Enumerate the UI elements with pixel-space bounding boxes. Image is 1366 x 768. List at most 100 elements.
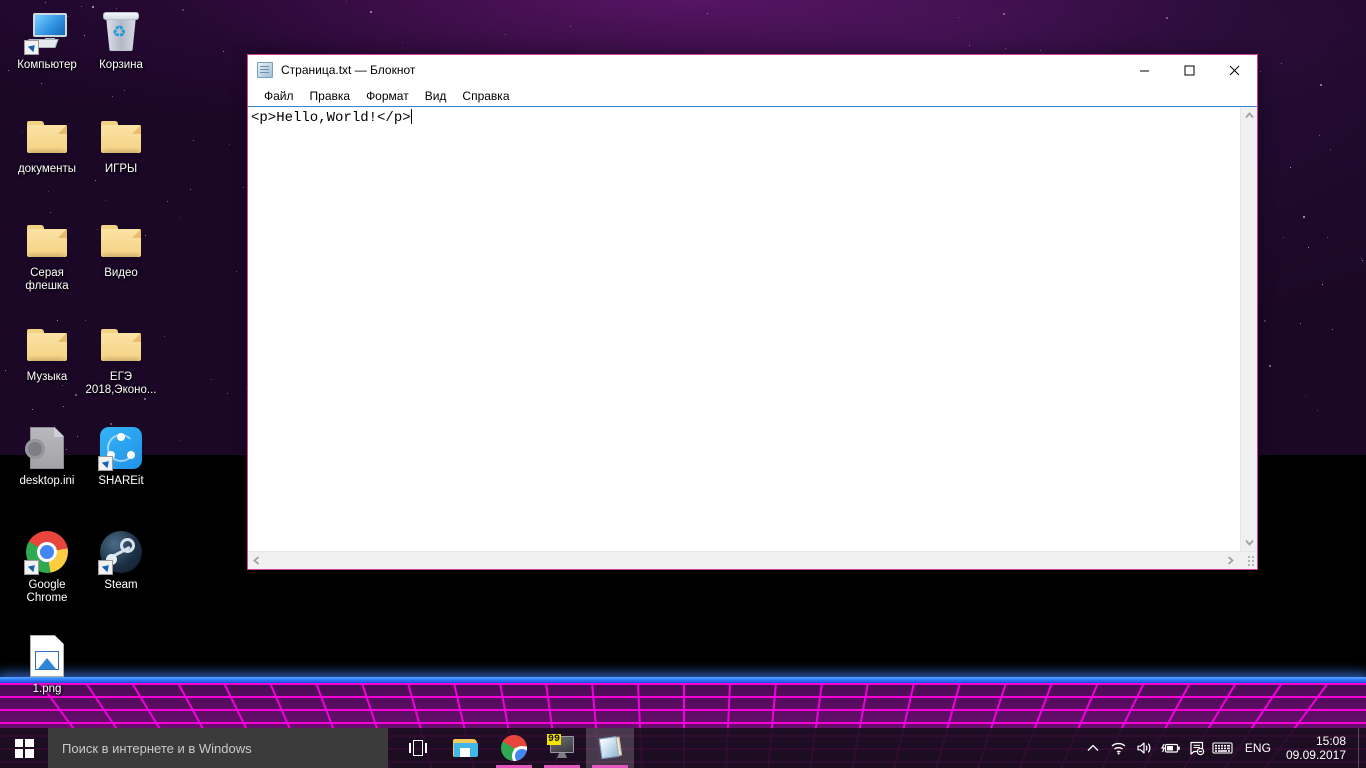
notepad-menubar[interactable]: Файл Правка Формат Вид Справка — [248, 85, 1257, 106]
start-button[interactable] — [0, 728, 48, 768]
folder-icon — [101, 119, 141, 154]
system-tray[interactable]: ENG 15:08 09.09.2017 — [1080, 728, 1366, 768]
menu-item-файл[interactable]: Файл — [256, 88, 302, 104]
monitor-99-icon: 99 — [547, 734, 576, 760]
chrome-icon — [501, 735, 527, 761]
notepad-window[interactable]: Страница.txt — Блокнот Файл Правка Форма… — [247, 54, 1258, 570]
keyboard-icon — [1212, 742, 1233, 754]
menu-item-правка[interactable]: Правка — [302, 88, 359, 104]
desktop-icon-1-png[interactable]: 1.png — [10, 632, 84, 696]
desktop-icon-label: ИГРЫ — [104, 163, 138, 175]
png-image-icon — [30, 635, 64, 677]
shortcut-overlay-icon — [24, 560, 39, 575]
action-center-button[interactable] — [1184, 728, 1210, 768]
desktop-icon-label: SHAREit — [98, 475, 144, 487]
taskbar[interactable]: Поиск в интернете и в Windows 99 ENG 15:… — [0, 728, 1366, 768]
desktop-icon-google-chrome[interactable]: Google Chrome — [10, 528, 84, 605]
desktop-icon-label: Музыка — [26, 371, 68, 383]
notepad-icon — [596, 734, 623, 761]
touch-keyboard-button[interactable] — [1210, 728, 1236, 768]
shortcut-overlay-icon — [98, 560, 113, 575]
desktop-icon-shareit[interactable]: SHAREit — [84, 424, 158, 488]
desktop-icon-label: Серая флешка — [25, 267, 69, 292]
horizontal-scrollbar[interactable] — [248, 551, 1257, 569]
desktop-icon-игры[interactable]: ИГРЫ — [84, 112, 158, 176]
maximize-button[interactable] — [1167, 55, 1212, 85]
task-view-icon — [409, 740, 427, 756]
folder-icon — [27, 119, 67, 154]
search-input[interactable]: Поиск в интернете и в Windows — [48, 728, 388, 768]
desktop-icon-документы[interactable]: документы — [10, 112, 84, 176]
clock-time: 15:08 — [1315, 734, 1346, 748]
menu-item-вид[interactable]: Вид — [417, 88, 455, 104]
show-desktop-button[interactable] — [1358, 728, 1364, 768]
menu-item-формат[interactable]: Формат — [358, 88, 417, 104]
text-caret — [410, 109, 412, 124]
battery-button[interactable] — [1158, 728, 1184, 768]
network-button[interactable] — [1106, 728, 1132, 768]
vertical-scrollbar[interactable] — [1240, 107, 1257, 551]
language-indicator[interactable]: ENG — [1236, 728, 1280, 768]
action-center-icon — [1190, 741, 1205, 755]
scroll-down-button[interactable] — [1241, 534, 1257, 551]
chevron-down-icon — [1244, 539, 1254, 546]
desktop-icon-label: Google Chrome — [26, 579, 68, 604]
windows-logo-icon — [14, 738, 34, 758]
recycle-bin-icon: ♻ — [103, 11, 139, 53]
desktop-icon-grid[interactable]: Компьютер ♻ Корзина документы ИГРЫ Серая флеш… — [0, 0, 160, 720]
notepad-titlebar[interactable]: Страница.txt — Блокнот — [248, 55, 1257, 85]
close-button[interactable] — [1212, 55, 1257, 85]
taskbar-item-file-explorer[interactable] — [442, 728, 490, 768]
desktop-icon-label: 1.png — [32, 683, 62, 695]
window-title: Страница.txt — Блокнот — [281, 63, 416, 77]
speaker-icon — [1137, 742, 1151, 754]
taskbar-item-monitor-app[interactable]: 99 — [538, 728, 586, 768]
close-icon — [1229, 65, 1240, 75]
maximize-icon — [1184, 65, 1195, 75]
folder-icon — [27, 327, 67, 362]
minimize-icon — [1140, 70, 1149, 71]
volume-button[interactable] — [1132, 728, 1158, 768]
desktop-icon-label: Компьютер — [17, 59, 77, 71]
clock-date: 09.09.2017 — [1285, 748, 1346, 762]
desktop-icon-серая-флешка[interactable]: Серая флешка — [10, 216, 84, 293]
minimize-button[interactable] — [1122, 55, 1167, 85]
file-explorer-icon — [453, 737, 479, 759]
document-text: <p>Hello,World!</p> — [251, 110, 411, 126]
window-controls[interactable] — [1122, 55, 1257, 85]
chevron-up-icon — [1087, 744, 1099, 751]
scroll-left-button[interactable] — [248, 552, 265, 569]
shortcut-overlay-icon — [24, 40, 39, 55]
desktop-icon-егэ-2018-эконо[interactable]: ЕГЭ 2018,Эконо... — [84, 320, 158, 397]
desktop-icon-видео[interactable]: Видео — [84, 216, 158, 280]
folder-icon — [27, 223, 67, 258]
desktop-icon-steam[interactable]: Steam — [84, 528, 158, 592]
monitor-badge: 99 — [547, 734, 562, 745]
folder-icon — [101, 223, 141, 258]
desktop-icon-компьютер[interactable]: Компьютер — [10, 8, 84, 72]
desktop-icon-label: ЕГЭ 2018,Эконо... — [85, 371, 157, 396]
desktop-icon-label: desktop.ini — [19, 475, 75, 487]
taskbar-items[interactable]: 99 — [394, 728, 634, 768]
desktop-icon-музыка[interactable]: Музыка — [10, 320, 84, 384]
search-placeholder: Поиск в интернете и в Windows — [62, 740, 252, 756]
show-hidden-icons-button[interactable] — [1080, 728, 1106, 768]
taskbar-item-task-view[interactable] — [394, 728, 442, 768]
notepad-icon — [257, 62, 273, 78]
scroll-right-button[interactable] — [1222, 552, 1239, 569]
taskbar-item-notepad[interactable] — [586, 728, 634, 768]
scroll-up-button[interactable] — [1241, 107, 1257, 124]
notepad-textarea[interactable]: <p>Hello,World!</p> — [248, 107, 1240, 551]
menu-item-справка[interactable]: Справка — [454, 88, 517, 104]
desktop-icon-label: Видео — [104, 267, 138, 279]
folder-icon — [101, 327, 141, 362]
resize-grip[interactable] — [1239, 552, 1257, 569]
desktop-icon-desktop-ini[interactable]: desktop.ini — [10, 424, 84, 488]
clock[interactable]: 15:08 09.09.2017 — [1280, 728, 1358, 768]
taskbar-item-google-chrome[interactable] — [490, 728, 538, 768]
desktop-icon-label: Корзина — [99, 59, 143, 71]
desktop-icon-корзина[interactable]: ♻ Корзина — [84, 8, 158, 72]
chevron-up-icon — [1244, 112, 1254, 119]
notepad-editor-area[interactable]: <p>Hello,World!</p> — [248, 106, 1257, 551]
desktop[interactable]: Компьютер ♻ Корзина документы ИГРЫ Серая флеш… — [0, 0, 1366, 768]
